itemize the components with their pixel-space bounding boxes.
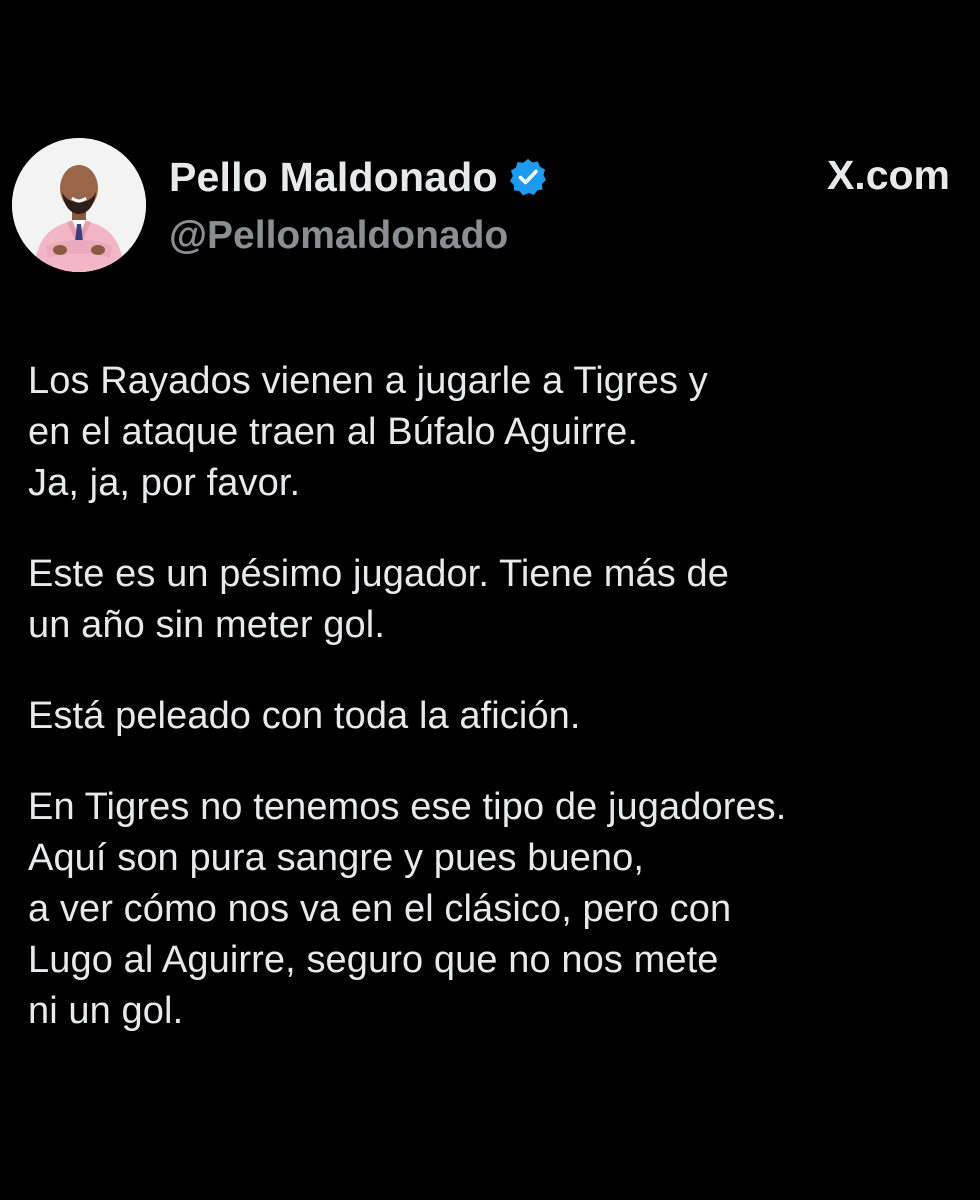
post-header: Pello Maldonado @Pellomaldonado X.com xyxy=(12,138,962,278)
avatar[interactable] xyxy=(12,138,146,272)
display-name[interactable]: Pello Maldonado xyxy=(169,154,498,201)
name-row: Pello Maldonado xyxy=(169,152,548,202)
post-text-line: Aquí son pura sangre y pues bueno, xyxy=(28,837,645,879)
brand-label: X.com xyxy=(826,151,950,198)
verified-badge-icon xyxy=(509,159,546,196)
post-paragraph: En Tigres no tenemos ese tipo de jugador… xyxy=(28,782,958,1037)
post-text-line: ni un gol. xyxy=(28,990,184,1032)
avatar-image xyxy=(12,138,146,272)
user-handle[interactable]: @Pellomaldonado xyxy=(169,214,548,258)
post-text-line: Los Rayados vienen a jugarle a Tigres y xyxy=(28,360,708,402)
post-text-line: a ver cómo nos va en el clásico, pero co… xyxy=(28,888,732,930)
brand-watermark: X.com xyxy=(827,150,950,200)
post-text-line: Este es un pésimo jugador. Tiene más de xyxy=(28,553,729,595)
post-body: Los Rayados vienen a jugarle a Tigres y e… xyxy=(28,356,958,1077)
post-text-line: en el ataque traen al Búfalo Aguirre. xyxy=(28,411,639,453)
post-text-line: un año sin meter gol. xyxy=(28,604,385,646)
post-card: Pello Maldonado @Pellomaldonado X.com Lo… xyxy=(0,0,980,1200)
post-paragraph: Este es un pésimo jugador. Tiene más de u… xyxy=(28,549,958,651)
post-text-line: En Tigres no tenemos ese tipo de jugador… xyxy=(28,786,787,828)
author-info: Pello Maldonado @Pellomaldonado xyxy=(169,152,548,258)
post-text-line: Está peleado con toda la afición. xyxy=(28,695,581,737)
post-paragraph: Está peleado con toda la afición. xyxy=(28,691,958,742)
post-paragraph: Los Rayados vienen a jugarle a Tigres y e… xyxy=(28,356,958,509)
post-text-line: Ja, ja, por favor. xyxy=(28,462,301,504)
post-text-line: Lugo al Aguirre, seguro que no nos mete xyxy=(28,939,719,981)
